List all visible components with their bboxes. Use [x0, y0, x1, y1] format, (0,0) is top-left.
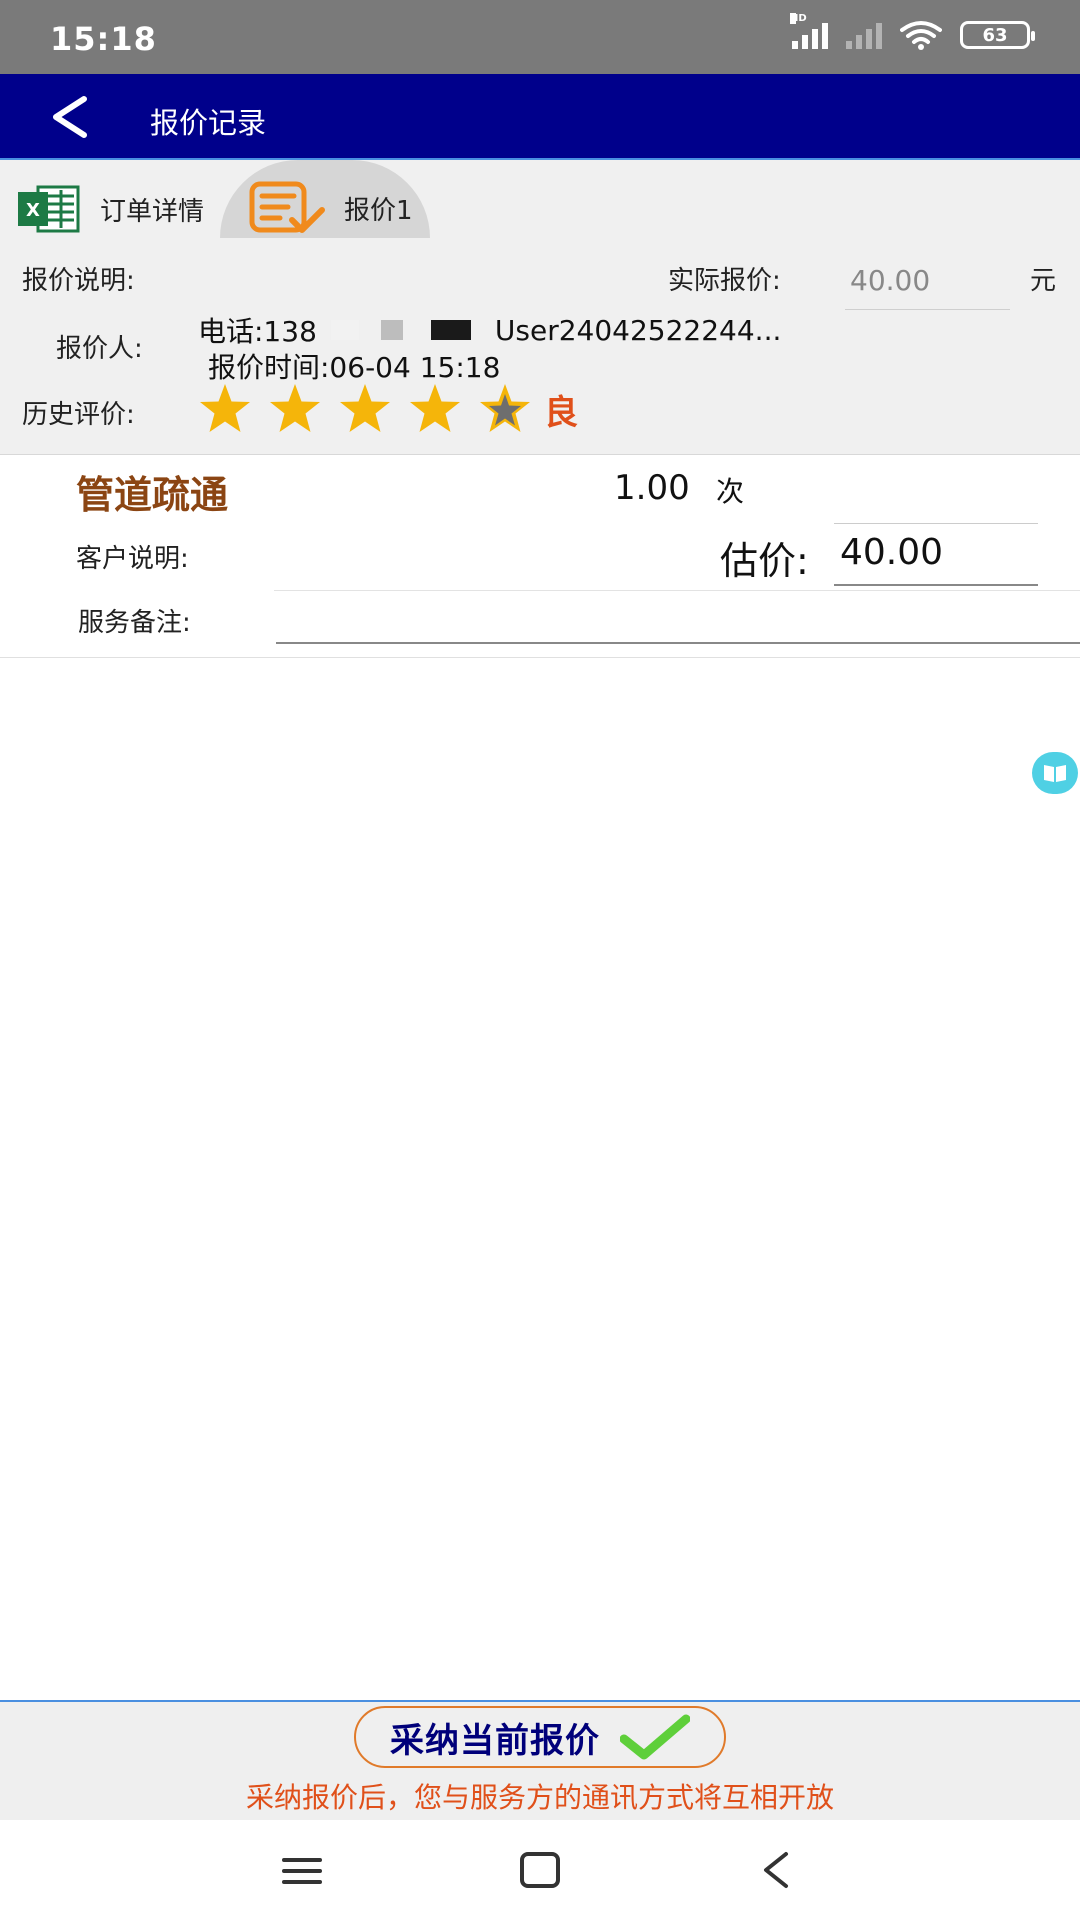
- quoter-contact: 电话:138 User24042522244...: [198, 310, 781, 350]
- star-half-icon: [480, 384, 530, 432]
- redacted-block: [380, 320, 403, 340]
- actual-price-input[interactable]: 40.00: [845, 258, 1010, 310]
- redacted-block: [430, 320, 471, 340]
- quote-time: 报价时间:06-04 15:18: [208, 351, 501, 384]
- wifi-icon: [900, 21, 942, 50]
- status-bar: 15:18 HD 63: [0, 0, 1080, 74]
- tab-order-details[interactable]: X 订单详情: [16, 184, 204, 234]
- estimate-input[interactable]: 40.00: [834, 532, 1038, 586]
- page-title: 报价记录: [150, 106, 267, 140]
- star-filled-icon: [270, 384, 320, 432]
- app-bar: 报价记录: [0, 74, 1080, 160]
- star-filled-icon: [200, 384, 250, 432]
- quoter-username: User24042522244...: [494, 313, 782, 347]
- tab-order-details-label: 订单详情: [100, 196, 205, 227]
- floating-book-button[interactable]: [1032, 752, 1078, 794]
- currency-unit: 元: [1030, 266, 1057, 296]
- customer-note-label: 客户说明:: [76, 544, 189, 574]
- section-divider: [0, 454, 1080, 455]
- back-button[interactable]: [40, 88, 100, 146]
- home-icon[interactable]: [520, 1852, 560, 1888]
- star-filled-icon: [410, 384, 460, 432]
- rating-stars: 良: [198, 382, 578, 436]
- adopt-note: 采纳报价后，您与服务方的通讯方式将互相开放: [245, 1781, 834, 1814]
- redacted-block: [330, 320, 359, 340]
- quote-check-icon: [249, 181, 325, 233]
- quantity-underline: [834, 523, 1038, 524]
- signal-icon: HD: [790, 13, 828, 49]
- quoter-phone: 电话:138: [198, 315, 317, 348]
- network-type-label: HD: [790, 13, 807, 24]
- section-divider: [0, 657, 1080, 658]
- service-remark-label: 服务备注:: [78, 608, 191, 638]
- row-divider: [274, 590, 1080, 591]
- quote-description-label: 报价说明:: [22, 266, 135, 296]
- battery-level: 63: [982, 24, 1008, 46]
- star-filled-icon: [340, 384, 390, 432]
- adopt-quote-label: 采纳当前报价: [390, 1720, 600, 1761]
- status-time: 15:18: [50, 20, 157, 58]
- system-nav-bar: [0, 1820, 1080, 1920]
- excel-icon: X: [18, 185, 80, 233]
- history-rating-label: 历史评价:: [22, 400, 135, 430]
- estimate-label: 估价:: [720, 539, 809, 583]
- actual-price-label: 实际报价:: [668, 266, 781, 296]
- back-arrow-icon: [53, 96, 87, 138]
- quoter-label: 报价人:: [56, 334, 143, 364]
- tab-quote-1-label: 报价1: [344, 195, 413, 226]
- tab-quote-1[interactable]: 报价1: [248, 180, 413, 236]
- service-quantity: 1.00: [614, 468, 690, 508]
- quote-info-section: X 订单详情 报价1 报价说明: 实际报价: 40.00 元 报价人: 电话:1…: [0, 160, 1080, 455]
- service-name: 管道疏通: [76, 473, 229, 517]
- check-icon: [620, 1714, 690, 1760]
- svg-text:X: X: [26, 200, 40, 221]
- rating-text: 良: [544, 392, 578, 433]
- nav-back-icon[interactable]: [760, 1850, 792, 1890]
- service-remark-input[interactable]: [276, 596, 1080, 644]
- battery-icon: 63: [960, 21, 1035, 49]
- status-icons: HD 63: [790, 13, 1035, 50]
- service-quantity-unit: 次: [716, 475, 745, 508]
- menu-icon[interactable]: [282, 1856, 322, 1886]
- signal-weak-icon: [846, 21, 882, 49]
- adopt-quote-button[interactable]: 采纳当前报价: [354, 1706, 726, 1768]
- tab-bar: X 订单详情 报价1: [0, 160, 1080, 238]
- book-icon: [1044, 765, 1066, 782]
